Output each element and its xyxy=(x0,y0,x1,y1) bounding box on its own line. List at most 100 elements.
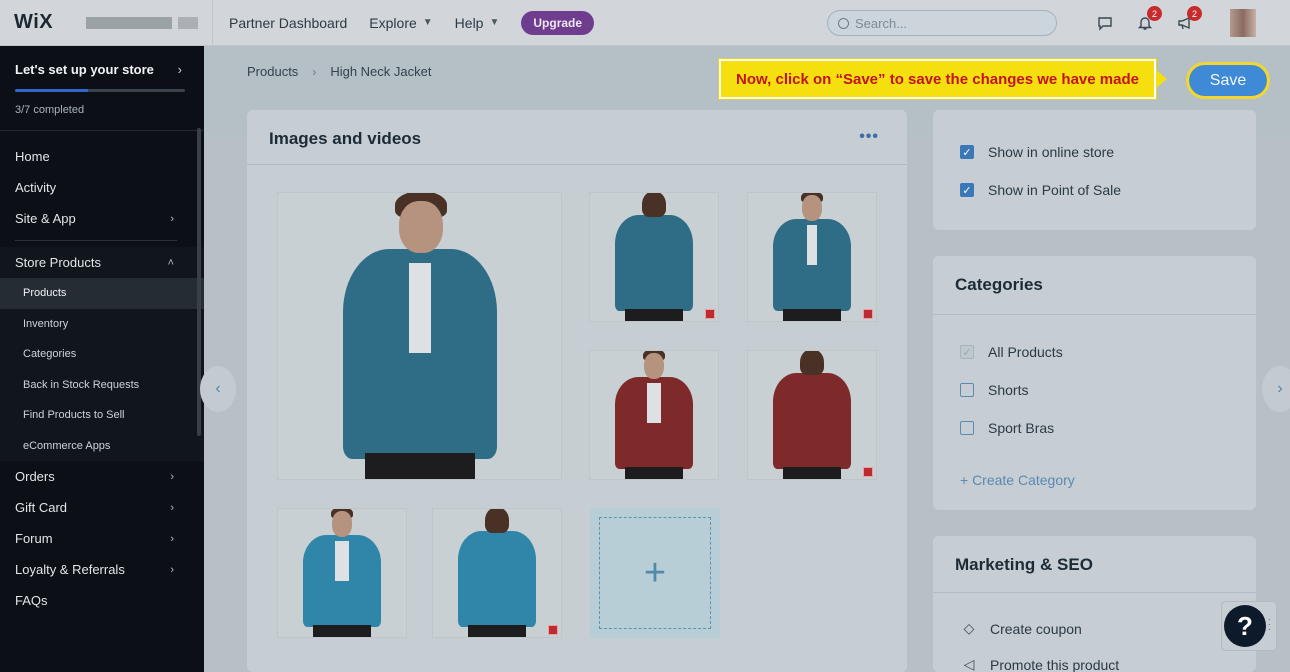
checkbox-checked-icon: ✓ xyxy=(960,345,974,359)
setup-store-panel[interactable]: Let's set up your store › 3/7 completed xyxy=(0,46,204,131)
sidebar-item-label: Gift Card xyxy=(15,500,68,515)
model-figure xyxy=(609,351,699,479)
product-image-blue-back[interactable] xyxy=(432,508,562,638)
chevron-right-icon[interactable]: › xyxy=(1262,366,1290,412)
category-sport-bras-checkbox[interactable]: Sport Bras xyxy=(960,420,1054,436)
sidebar-subitem-products[interactable]: Products xyxy=(0,278,204,309)
card-title: Categories xyxy=(955,275,1043,294)
store-products-section: Store Products ˄ Products Inventory Categ… xyxy=(0,247,204,461)
breadcrumb-products-link[interactable]: Products xyxy=(247,64,298,79)
nav-label: Partner Dashboard xyxy=(229,14,348,31)
search-input[interactable]: Search... xyxy=(827,10,1057,36)
sidebar-item-label: Loyalty & Referrals xyxy=(15,562,125,577)
product-image-teal-back[interactable] xyxy=(589,192,719,322)
model-figure xyxy=(767,351,857,479)
chevron-right-icon: › xyxy=(170,212,174,225)
sidebar-item-store-products[interactable]: Store Products ˄ xyxy=(0,247,204,278)
checkbox-label: All Products xyxy=(988,344,1063,360)
chevron-right-icon: › xyxy=(312,64,317,79)
product-image-blue-front[interactable] xyxy=(277,508,407,638)
nav-explore[interactable]: Explore ▼ xyxy=(369,15,432,31)
save-button[interactable]: Save xyxy=(1186,62,1270,99)
help-icon[interactable]: ? xyxy=(1224,605,1266,647)
checkbox-label: Show in Point of Sale xyxy=(988,182,1122,198)
sidebar-subitem-inventory[interactable]: Inventory xyxy=(0,309,204,340)
announcements-badge: 2 xyxy=(1187,6,1202,21)
chevron-up-icon: ˄ xyxy=(167,256,174,269)
marketing-seo-card: Marketing & SEO ◇ Create coupon ◁ Promot… xyxy=(933,536,1256,672)
sidebar-item-faqs[interactable]: FAQs xyxy=(0,585,204,616)
product-main-image[interactable] xyxy=(277,192,562,480)
product-image-teal-side[interactable] xyxy=(747,192,877,322)
sidebar-item-gift-card[interactable]: Gift Card › xyxy=(0,492,204,523)
more-options-icon[interactable]: ••• xyxy=(859,128,879,146)
upgrade-button[interactable]: Upgrade xyxy=(521,10,595,35)
sidebar: Let's set up your store › 3/7 completed … xyxy=(0,46,204,672)
avatar[interactable] xyxy=(1230,9,1256,37)
sidebar-subitem-back-in-stock[interactable]: Back in Stock Requests xyxy=(0,370,204,401)
sidebar-item-activity[interactable]: Activity xyxy=(0,172,204,203)
nav-help[interactable]: Help ▼ xyxy=(455,15,500,31)
search-placeholder: Search... xyxy=(855,15,908,31)
setup-title: Let's set up your store xyxy=(15,62,154,77)
marketing-item-label: Create coupon xyxy=(990,620,1082,637)
help-widget[interactable]: ? · · · xyxy=(1221,601,1277,651)
checkbox-checked-icon: ✓ xyxy=(960,183,974,197)
checkbox-label: Shorts xyxy=(988,382,1029,398)
nav-label: Explore xyxy=(369,14,417,31)
breadcrumb-current: High Neck Jacket xyxy=(330,64,432,79)
sidebar-subitem-ecommerce-apps[interactable]: eCommerce Apps xyxy=(0,431,204,462)
promote-product-link[interactable]: ◁ Promote this product xyxy=(960,656,1120,672)
image-badge xyxy=(705,309,715,319)
drag-handle-icon[interactable]: · · · xyxy=(1268,615,1271,635)
card-divider xyxy=(933,314,1256,315)
add-media-button[interactable]: + xyxy=(590,508,720,638)
sidebar-item-orders[interactable]: Orders › xyxy=(0,461,204,492)
visibility-card: ✓ Show in online store ✓ Show in Point o… xyxy=(933,110,1256,230)
checkbox-label: Show in online store xyxy=(988,144,1115,160)
setup-progress-text: 3/7 completed xyxy=(15,104,85,116)
create-coupon-link[interactable]: ◇ Create coupon xyxy=(960,620,1082,637)
category-all-products-checkbox[interactable]: ✓ All Products xyxy=(960,344,1063,360)
sidebar-divider xyxy=(15,240,177,241)
show-pos-checkbox[interactable]: ✓ Show in Point of Sale xyxy=(960,182,1121,198)
notifications-badge: 2 xyxy=(1147,6,1162,21)
sidebar-subitem-categories[interactable]: Categories xyxy=(0,339,204,370)
create-category-link[interactable]: + Create Category xyxy=(960,472,1075,488)
setup-progress-fill xyxy=(15,89,89,92)
sidebar-item-site-app[interactable]: Site & App › xyxy=(0,203,204,234)
card-divider xyxy=(933,592,1256,593)
sidebar-item-home[interactable]: Home xyxy=(0,141,204,172)
setup-progress-bar xyxy=(15,89,185,92)
site-switcher-blurred[interactable] xyxy=(178,16,198,29)
sidebar-item-label: Store Products xyxy=(15,255,101,270)
show-online-store-checkbox[interactable]: ✓ Show in online store xyxy=(960,144,1114,160)
sidebar-item-forum[interactable]: Forum › xyxy=(0,523,204,554)
callout-pointer xyxy=(1156,70,1167,88)
checkbox-checked-icon: ✓ xyxy=(960,145,974,159)
chevron-right-icon: › xyxy=(177,62,182,77)
topbar-divider xyxy=(212,0,213,46)
megaphone-icon[interactable]: 2 xyxy=(1176,6,1202,32)
chevron-right-icon: › xyxy=(170,532,174,545)
nav-label: Help xyxy=(454,14,484,31)
wix-logo[interactable]: WiX xyxy=(0,11,70,34)
model-figure xyxy=(335,193,505,479)
product-image-red-back[interactable] xyxy=(747,350,877,480)
chevron-right-icon: › xyxy=(170,563,174,576)
site-name-blurred[interactable] xyxy=(86,16,172,29)
chevron-left-icon[interactable]: ‹ xyxy=(200,366,236,412)
images-videos-card: Images and videos ••• + xyxy=(247,110,907,672)
sidebar-item-label: Orders xyxy=(15,469,55,484)
bell-icon[interactable]: 2 xyxy=(1136,6,1162,32)
category-shorts-checkbox[interactable]: Shorts xyxy=(960,382,1028,398)
sidebar-subitem-find-products[interactable]: Find Products to Sell xyxy=(0,400,204,431)
card-title: Images and videos xyxy=(269,129,422,148)
sidebar-item-loyalty[interactable]: Loyalty & Referrals › xyxy=(0,554,204,585)
image-badge xyxy=(863,309,873,319)
search-icon xyxy=(838,17,849,29)
image-badge xyxy=(548,625,558,635)
chat-icon[interactable] xyxy=(1096,14,1114,32)
product-image-red-front[interactable] xyxy=(589,350,719,480)
nav-partner-dashboard[interactable]: Partner Dashboard xyxy=(229,15,347,31)
